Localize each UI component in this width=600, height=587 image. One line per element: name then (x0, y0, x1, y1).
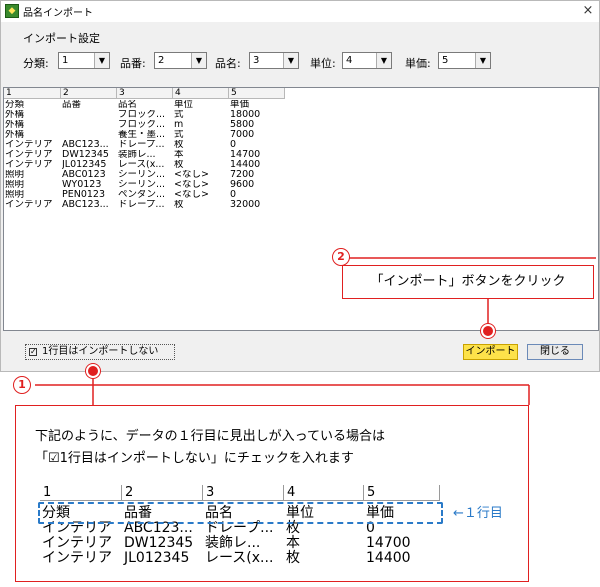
example-column-header: 4 (284, 485, 364, 501)
example-column-header: 5 (364, 485, 440, 501)
example-cell: 枚 (286, 550, 300, 566)
example-cell: レース(x... (205, 550, 274, 566)
example-cell: 14400 (366, 550, 411, 566)
example-cell: インテリア (42, 535, 112, 551)
example-cell: 14700 (366, 535, 411, 551)
callout-1-text-line1: 下記のように、データの１行目に見出しが入っている場合は (35, 429, 385, 444)
example-cell: JL012345 (124, 550, 190, 566)
example-cell: DW12345 (124, 535, 194, 551)
callout-1-text-line2: 「☑1行目はインポートしない」にチェックを入れます (35, 451, 354, 466)
example-cell: 本 (286, 535, 300, 551)
example-column-header: 2 (122, 485, 203, 501)
step-1-badge: 1 (13, 376, 31, 394)
pointer-dot-checkbox (86, 364, 100, 378)
example-cell: インテリア (42, 550, 112, 566)
callout-import-button: 「インポート」ボタンをクリック (342, 265, 594, 299)
pointer-dot-import (481, 324, 495, 338)
example-cell: 装飾レ... (205, 535, 261, 551)
step-2-badge: 2 (332, 248, 350, 266)
first-row-highlight (38, 502, 443, 524)
example-column-header: 1 (40, 485, 122, 501)
first-row-label: ←１行目 (453, 506, 503, 521)
example-column-header: 3 (203, 485, 284, 501)
example-grid: 1 2 3 4 5 分類 品番 品名 単位 単価 インテリア ABC123... ドレープ... 枚 0 イン… (40, 485, 440, 577)
